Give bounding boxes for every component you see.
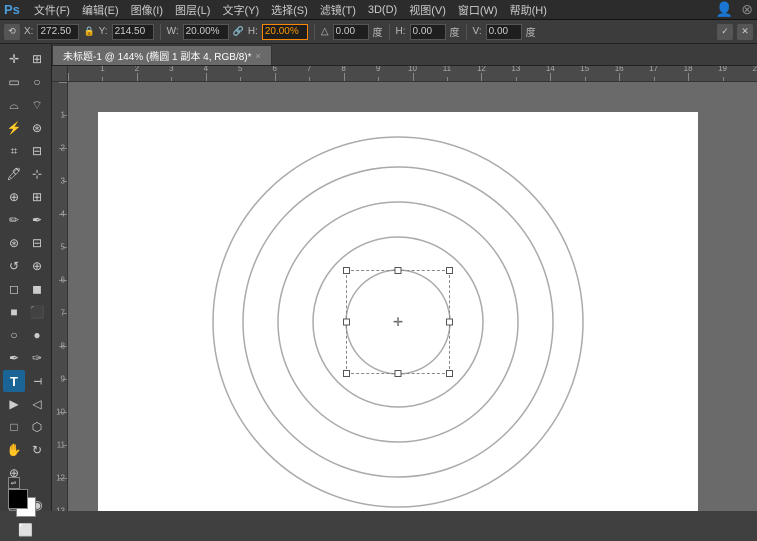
menu-filter[interactable]: 滤镜(T) (314, 0, 362, 20)
menu-layer[interactable]: 图层(L) (169, 0, 216, 20)
tool-eraser[interactable]: ◻ (3, 278, 25, 300)
canvas-with-ruler-area: 12345678910111213 (52, 82, 757, 511)
circles-svg (98, 112, 698, 511)
y-label: Y: (99, 26, 108, 37)
tool-clone[interactable]: ⊛ (3, 232, 25, 254)
w-input[interactable] (183, 24, 229, 40)
screen-mode-btn[interactable]: ⬜ (15, 519, 37, 541)
tool-paint-bucket[interactable]: ⬛ (26, 301, 48, 323)
degree2: 度 (450, 24, 460, 39)
tool-freeform-pen[interactable]: ✑ (26, 347, 48, 369)
transform-icon: ⟲ (4, 24, 20, 40)
tool-lasso[interactable]: ⌓ (3, 94, 25, 116)
h-label: H: (248, 26, 258, 37)
v-label: V: (473, 26, 482, 37)
tool-eyedropper[interactable]: 🖊 (3, 163, 25, 185)
ruler-canvas-container: 1234567891011121314151617181920 12345678… (52, 66, 757, 511)
tool-crop[interactable]: ⌗ (3, 140, 25, 162)
tool-path-select[interactable]: ▶ (3, 393, 25, 415)
tool-shape[interactable]: □ (3, 416, 25, 438)
tool-art-history[interactable]: ⊕ (26, 255, 48, 277)
options-bar: ⟲ X: 🔒 Y: W: 🔗 H: △ 度 H: 度 V: 度 ✓ ✕ (0, 20, 757, 44)
main-area: ✛ ⊞ ▭ ○ ⌓ ⌔ ⚡ ⊛ ⌗ ⊟ 🖊 ⊹ ⊕ ⊞ ✏ ✒ (0, 44, 757, 511)
lock-icon: 🔒 (83, 26, 94, 37)
menu-edit[interactable]: 编辑(E) (76, 0, 125, 20)
cancel-icon[interactable]: ✕ (737, 24, 753, 40)
tool-slice[interactable]: ⊟ (26, 140, 48, 162)
tool-hand[interactable]: ✋ (3, 439, 25, 461)
tool-heal[interactable]: ⊕ (3, 186, 25, 208)
angle-label: △ (321, 26, 329, 37)
tool-select-rect[interactable]: ▭ (3, 71, 25, 93)
link-icon: 🔗 (233, 26, 244, 37)
ruler-corner (52, 66, 68, 82)
tool-patch[interactable]: ⊞ (26, 186, 48, 208)
user-icon: 👤 (716, 1, 733, 18)
x-input[interactable] (37, 24, 79, 40)
tool-burn[interactable]: ● (26, 324, 48, 346)
y-input[interactable] (112, 24, 154, 40)
h2-input[interactable] (410, 24, 446, 40)
tab-label: 未标题-1 @ 144% (椭圆 1 副本 4, RGB/8)* (63, 48, 252, 63)
tool-select-ellipse[interactable]: ○ (26, 71, 48, 93)
tools-panel: ✛ ⊞ ▭ ○ ⌓ ⌔ ⚡ ⊛ ⌗ ⊟ 🖊 ⊹ ⊕ ⊞ ✏ ✒ (0, 44, 52, 511)
screen-mode[interactable]: ⬜ (15, 519, 37, 541)
tool-bg-eraser[interactable]: ◼ (26, 278, 48, 300)
tool-history[interactable]: ↺ (3, 255, 25, 277)
tool-artboard[interactable]: ⊞ (26, 48, 48, 70)
tool-magic-wand[interactable]: ⊛ (26, 117, 48, 139)
tool-pencil[interactable]: ✒ (26, 209, 48, 231)
swap-colors-icon[interactable]: ⇌ (8, 477, 20, 489)
angle-input[interactable] (333, 24, 369, 40)
degree3: 度 (526, 24, 536, 39)
tool-text[interactable]: T (3, 370, 25, 392)
tab-close-btn[interactable]: × (256, 51, 261, 61)
menubar: Ps 文件(F) 编辑(E) 图像(I) 图层(L) 文字(Y) 选择(S) 滤… (0, 0, 757, 20)
tool-custom-shape[interactable]: ⬡ (26, 416, 48, 438)
menu-select[interactable]: 选择(S) (265, 0, 314, 20)
top-ruler-row: 1234567891011121314151617181920 (52, 66, 757, 82)
tool-pen[interactable]: ✒ (3, 347, 25, 369)
tool-extra[interactable] (26, 462, 48, 484)
tool-text-v[interactable]: T (26, 370, 48, 392)
tool-gradient[interactable]: ■ (3, 301, 25, 323)
ruler-left: 12345678910111213 (52, 82, 68, 511)
menu-text[interactable]: 文字(Y) (216, 0, 265, 20)
tool-rotate-view[interactable]: ↻ (26, 439, 48, 461)
h-input[interactable] (262, 24, 308, 40)
tool-direct-select[interactable]: ◁ (26, 393, 48, 415)
tool-move[interactable]: ✛ (3, 48, 25, 70)
commit-icon[interactable]: ✓ (717, 24, 733, 40)
tool-quick-select[interactable]: ⚡ (3, 117, 25, 139)
ruler-top: 1234567891011121314151617181920 (68, 66, 757, 82)
canvas-area: 未标题-1 @ 144% (椭圆 1 副本 4, RGB/8)* × 12345… (52, 44, 757, 511)
tool-brush[interactable]: ✏ (3, 209, 25, 231)
menu-file[interactable]: 文件(F) (28, 0, 76, 20)
canvas-document: ✛ (98, 112, 698, 511)
tool-dodge[interactable]: ○ (3, 324, 25, 346)
menu-view[interactable]: 视图(V) (403, 0, 452, 20)
close-icon: ⊗ (741, 1, 753, 18)
menu-help[interactable]: 帮助(H) (504, 0, 553, 20)
canvas-viewport[interactable]: ✛ (68, 82, 757, 511)
h2-label: H: (396, 26, 406, 37)
menu-window[interactable]: 窗口(W) (452, 0, 504, 20)
menu-3d[interactable]: 3D(D) (362, 2, 403, 18)
tab-bar: 未标题-1 @ 144% (椭圆 1 副本 4, RGB/8)* × (52, 44, 757, 66)
document-tab[interactable]: 未标题-1 @ 144% (椭圆 1 副本 4, RGB/8)* × (52, 45, 272, 65)
w-label: W: (167, 26, 179, 37)
ps-logo: Ps (4, 2, 20, 17)
foreground-color-swatch[interactable] (8, 489, 28, 509)
v-input[interactable] (486, 24, 522, 40)
tool-poly-lasso[interactable]: ⌔ (26, 94, 48, 116)
menu-image[interactable]: 图像(I) (125, 0, 169, 20)
tool-pattern[interactable]: ⊟ (26, 232, 48, 254)
x-label: X: (24, 26, 33, 37)
degree1: 度 (373, 24, 383, 39)
tool-color-sampler[interactable]: ⊹ (26, 163, 48, 185)
